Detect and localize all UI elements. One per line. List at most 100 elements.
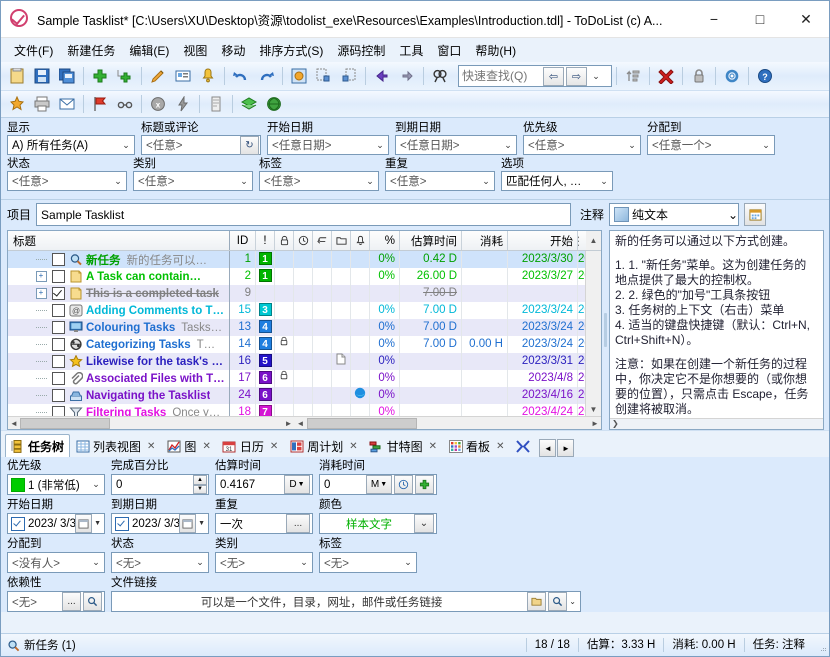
panel-splitter[interactable] bbox=[602, 230, 609, 430]
tab-scroll-next[interactable]: ► bbox=[557, 439, 575, 457]
quick-find-next-button[interactable]: ⇨ bbox=[566, 66, 587, 86]
task-done-checkbox[interactable] bbox=[52, 270, 65, 284]
print-icon[interactable] bbox=[30, 92, 54, 116]
new-task-icon[interactable] bbox=[88, 64, 112, 88]
task-row-title[interactable]: + A Task can contain… bbox=[8, 268, 229, 285]
close-button[interactable]: ✕ bbox=[783, 1, 829, 37]
task-row-title[interactable]: 新任务 新的任务可以… bbox=[8, 251, 229, 269]
chevron-down-icon[interactable]: ▼ bbox=[94, 520, 101, 527]
column-header-timeest[interactable]: 估算时间 bbox=[400, 231, 462, 251]
quick-find-dropdown-icon[interactable]: ⌄ bbox=[588, 71, 604, 82]
minimize-button[interactable]: − bbox=[691, 1, 737, 37]
quick-find-prev-button[interactable]: ⇦ bbox=[543, 66, 564, 86]
task-done-checkbox[interactable] bbox=[52, 406, 65, 417]
hscroll-left-arrow[interactable]: ◄ bbox=[8, 418, 20, 429]
email-icon[interactable] bbox=[55, 92, 79, 116]
sort-icon[interactable] bbox=[621, 64, 645, 88]
task-row-data[interactable]: 9 7.00 D bbox=[230, 285, 585, 303]
filelink-browse-button[interactable] bbox=[527, 592, 547, 611]
glasses-icon[interactable] bbox=[113, 92, 137, 116]
detail-startdate-input[interactable]: 2023/ 3/30 ▼ bbox=[7, 513, 105, 534]
tab-看板[interactable]: 看板 ✕ bbox=[443, 434, 510, 457]
task-done-checkbox[interactable] bbox=[52, 287, 65, 301]
task-row-title[interactable]: Colouring Tasks Tasks… bbox=[8, 319, 229, 337]
task-done-checkbox[interactable] bbox=[52, 372, 65, 386]
detail-priority-combo[interactable]: 1 (非常低) ⌄ bbox=[7, 474, 105, 495]
quick-find-input[interactable] bbox=[459, 68, 542, 84]
start-timer-button[interactable] bbox=[394, 475, 413, 494]
task-row-title[interactable]: Associated Files with T… bbox=[8, 370, 229, 387]
task-done-checkbox[interactable] bbox=[52, 321, 65, 335]
menu-move[interactable]: 移动 bbox=[214, 39, 252, 62]
percent-spinner[interactable]: ▲ ▼ bbox=[193, 475, 207, 494]
task-done-checkbox[interactable] bbox=[52, 304, 65, 318]
column-header-reminder[interactable] bbox=[351, 231, 370, 251]
task-row-title[interactable]: @ Adding Comments to T… bbox=[8, 302, 229, 319]
column-header-title[interactable]: 标题 bbox=[8, 231, 230, 251]
hscroll-thumb-right[interactable] bbox=[306, 417, 417, 429]
filter-allocto-combo[interactable]: <任意一个> ⌄ bbox=[647, 135, 775, 155]
help-icon[interactable]: ? bbox=[753, 64, 777, 88]
undo-icon[interactable] bbox=[229, 64, 253, 88]
scroll-document-icon[interactable] bbox=[204, 92, 228, 116]
chevron-down-icon[interactable]: ⌄ bbox=[569, 597, 576, 606]
back-arrow-icon[interactable] bbox=[370, 64, 394, 88]
column-header-more[interactable]: ⋮ bbox=[578, 231, 586, 250]
task-row-title[interactable]: Filtering Tasks Once y… bbox=[8, 404, 229, 417]
menu-edit[interactable]: 编辑(E) bbox=[122, 39, 176, 62]
column-header-file[interactable] bbox=[332, 231, 351, 251]
spent-unit-button[interactable]: M ▼ bbox=[366, 475, 392, 494]
find-tasks-icon[interactable] bbox=[428, 64, 452, 88]
menu-view[interactable]: 视图 bbox=[176, 39, 214, 62]
close-icon[interactable]: ✕ bbox=[349, 441, 357, 452]
filter-status-combo[interactable]: <任意> ⌄ bbox=[7, 171, 127, 191]
tab-列表视图[interactable]: 列表视图 ✕ bbox=[70, 434, 161, 457]
money-icon[interactable] bbox=[237, 92, 261, 116]
column-header-percent[interactable]: % bbox=[370, 231, 400, 251]
redo-icon[interactable] bbox=[254, 64, 278, 88]
close-icon[interactable]: ✕ bbox=[270, 441, 278, 452]
close-icon[interactable]: ✕ bbox=[496, 441, 504, 452]
expand-toggle[interactable]: + bbox=[35, 271, 47, 283]
spellcheck-icon[interactable] bbox=[5, 92, 29, 116]
hscroll-thumb-left[interactable] bbox=[20, 417, 110, 429]
forward-arrow-icon[interactable] bbox=[395, 64, 419, 88]
tab-甘特图[interactable]: 甘特图 ✕ bbox=[364, 434, 443, 457]
delete-task-icon[interactable] bbox=[654, 64, 678, 88]
task-properties-icon[interactable] bbox=[171, 64, 195, 88]
task-row-data[interactable]: 144 0%7.00 D0.00 H2023/3/242023 bbox=[230, 336, 585, 354]
detail-percent-input[interactable]: 0 ▲ ▼ bbox=[111, 474, 209, 495]
column-header-time[interactable] bbox=[294, 231, 313, 251]
tab-scroll-prev[interactable]: ◄ bbox=[539, 439, 557, 457]
menu-window[interactable]: 窗口 bbox=[430, 39, 468, 62]
hscroll-right-arrow[interactable]: ► bbox=[283, 418, 295, 429]
menu-sort[interactable]: 排序方式(S) bbox=[252, 39, 330, 62]
task-done-checkbox[interactable] bbox=[52, 338, 65, 352]
save-icon[interactable] bbox=[30, 64, 54, 88]
project-name-input[interactable]: Sample Tasklist bbox=[36, 203, 572, 226]
detail-timeest-input[interactable]: 0.4167 D ▼ bbox=[215, 474, 313, 495]
vertical-scroll-up-arrow[interactable]: ▲ bbox=[586, 231, 601, 251]
maximize-button[interactable]: □ bbox=[737, 1, 783, 37]
filter-priority-combo[interactable]: <任意> ⌄ bbox=[523, 135, 641, 155]
recur-options-button[interactable]: ... bbox=[286, 514, 310, 533]
menu-file[interactable]: 文件(F) bbox=[7, 39, 60, 62]
filter-title-input[interactable]: <任意> ↻ bbox=[141, 135, 261, 155]
task-row-data[interactable]: 176 0% 2023/4/82023, bbox=[230, 370, 585, 388]
bookmark-flag-icon[interactable] bbox=[88, 92, 112, 116]
task-row-title[interactable]: Likewise for the task's … bbox=[8, 353, 229, 371]
detail-recur-input[interactable]: 一次 ... bbox=[215, 513, 313, 534]
filelink-search-button[interactable] bbox=[548, 592, 568, 611]
column-header-lock[interactable] bbox=[275, 231, 294, 251]
task-row-data[interactable]: 134 0%7.00 D 2023/3/242023 bbox=[230, 319, 585, 337]
hscroll-right-arrow-2[interactable]: ► bbox=[589, 418, 601, 429]
task-row-title[interactable]: Navigating the Tasklist bbox=[8, 387, 229, 405]
globe-icon[interactable] bbox=[262, 92, 286, 116]
add-time-button[interactable] bbox=[415, 475, 434, 494]
detail-color-combo[interactable]: 样本文字 ⌄ bbox=[319, 513, 437, 534]
task-done-checkbox[interactable] bbox=[52, 389, 65, 403]
timeest-unit-button[interactable]: D ▼ bbox=[284, 475, 310, 494]
duedate-calendar-button[interactable] bbox=[179, 514, 197, 533]
task-list-hscrollbar[interactable]: ◄ ► ◄ ► bbox=[8, 416, 601, 429]
filter-start-combo[interactable]: <任意日期> ⌄ bbox=[267, 135, 389, 155]
